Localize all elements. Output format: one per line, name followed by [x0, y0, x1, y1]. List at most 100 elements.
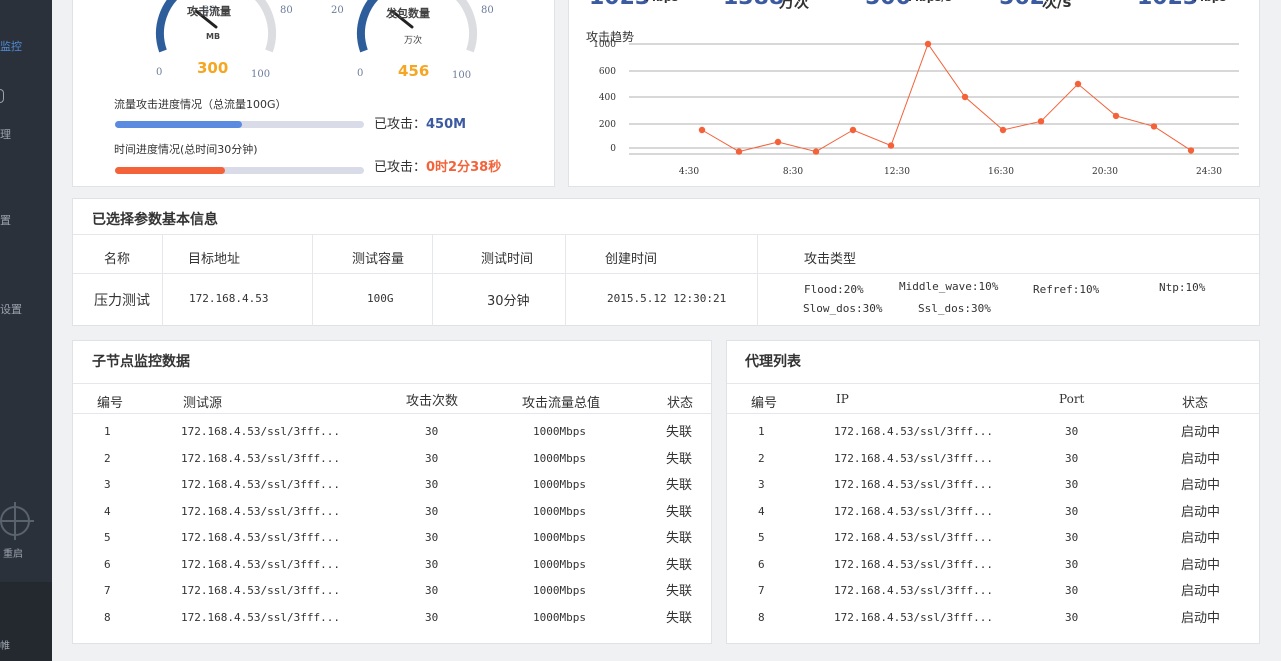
proxy-cell: 启动中: [1181, 531, 1221, 546]
proxy-cell: 172.168.4.53/ssl/3fff...: [834, 451, 993, 465]
time-attacked-value: 0时2分38秒: [426, 160, 502, 175]
table-row[interactable]: 2 172.168.4.53/ssl/3fff... 30 1000Mbps 失联: [73, 452, 711, 474]
proxy-cell: 172.168.4.53/ssl/3fff...: [834, 531, 993, 544]
proxy-cell: 30: [1065, 478, 1079, 491]
proxy-cell: 4: [758, 504, 765, 518]
stat-unit-1: Mbps: [645, 0, 678, 4]
trend-point: [887, 142, 895, 149]
params-header-created: 创建时间: [605, 252, 658, 267]
sidebar-item-restart[interactable]: 重启: [3, 545, 23, 560]
params-header-top-line: [73, 234, 1259, 235]
params-col-line-4: [565, 234, 566, 326]
y-tick-label: 400: [599, 93, 616, 103]
proxy-header-top-line: [727, 383, 1259, 384]
stat-value-1: 1023: [589, 0, 650, 10]
subnode-cell: 1000Mbps: [533, 425, 586, 438]
time-attacked: 已攻击：0时2分38秒: [374, 156, 501, 175]
params-col-line-2: [312, 234, 313, 326]
x-tick-label: 16:30: [988, 167, 1014, 177]
traffic-progress-bar: [115, 121, 364, 128]
table-row[interactable]: 7 172.168.4.53/ssl/3fff... 30 1000Mbps 失联: [73, 584, 711, 606]
params-header-types: 攻击类型: [804, 252, 857, 267]
stat-unit-3: Mbps/s: [908, 0, 952, 4]
traffic-progress-fill: [115, 121, 242, 128]
params-title: 已选择参数基本信息: [92, 212, 218, 228]
subnode-cell: 失联: [666, 504, 693, 520]
trend-point: [1074, 80, 1082, 88]
sidebar-item-config[interactable]: 置: [0, 212, 11, 228]
subnode-cell: 1: [104, 425, 111, 438]
subnode-cell: 1000Mbps: [533, 610, 586, 624]
subnode-cell: 30: [425, 478, 439, 491]
subnode-cell: 172.168.4.53/ssl/3fff...: [181, 425, 340, 438]
gauge2-value: 456: [398, 62, 430, 80]
crosshair-icon: [0, 502, 34, 540]
proxy-cell: 30: [1065, 610, 1079, 624]
table-row[interactable]: 8 172.168.4.53/ssl/3fff... 30 1000Mbps 失联: [73, 611, 711, 633]
subnode-cell: 4: [104, 504, 111, 518]
subnode-cell: 1000Mbps: [533, 451, 586, 465]
stat-value-3: 500: [865, 0, 911, 10]
gauge1-tick-0: 0: [156, 67, 163, 78]
subnode-cell: 失联: [666, 478, 693, 493]
sidebar: 监控 理 置 设置 重启 帷: [0, 0, 52, 661]
gauge1-unit: MB: [206, 32, 221, 41]
table-row[interactable]: 1 172.168.4.53/ssl/3fff... 30 启动中: [727, 425, 1259, 447]
gauge2-tick-80: 80: [481, 5, 494, 16]
x-tick-label: 4:30: [679, 167, 699, 177]
subnode-header-id: 编号: [97, 396, 124, 411]
subnode-cell: 7: [104, 584, 111, 597]
subnode-cell: 6: [104, 557, 111, 571]
sidebar-item-monitor[interactable]: 监控: [0, 38, 22, 54]
proxy-title: 代理列表: [745, 354, 801, 370]
table-row[interactable]: 7 172.168.4.53/ssl/3fff... 30 启动中: [727, 584, 1259, 606]
time-progress-label: 时间进度情况(总时间30分钟): [114, 143, 258, 156]
proxy-cell: 172.168.4.53/ssl/3fff...: [834, 584, 993, 597]
subnode-cell: 172.168.4.53/ssl/3fff...: [181, 610, 340, 624]
table-row[interactable]: 5 172.168.4.53/ssl/3fff... 30 启动中: [727, 531, 1259, 553]
traffic-attacked-value: 450M: [426, 117, 467, 132]
params-header-name: 名称: [104, 252, 131, 267]
proxy-cell: 2: [758, 451, 765, 465]
subnode-header-traffic: 攻击流量总值: [522, 396, 601, 411]
trend-point: [1187, 147, 1195, 154]
table-row[interactable]: 6 172.168.4.53/ssl/3fff... 30 1000Mbps 失联: [73, 558, 711, 580]
subnode-header-source: 测试源: [183, 396, 223, 411]
time-attacked-label: 已攻击：: [374, 160, 427, 175]
subnode-cell: 172.168.4.53/ssl/3fff...: [181, 531, 340, 544]
trend-card: 1023Mbps1388万次500Mbps/s562次/s1023Mbps 攻击…: [568, 0, 1260, 187]
proxy-cell: 172.168.4.53/ssl/3fff...: [834, 557, 993, 571]
trend-point: [1037, 118, 1045, 125]
proxy-cell: 30: [1065, 451, 1079, 465]
subnode-cell: 失联: [666, 451, 693, 467]
y-tick-label: 0: [610, 144, 616, 154]
table-row[interactable]: 4 172.168.4.53/ssl/3fff... 30 启动中: [727, 505, 1259, 527]
sidebar-bottom: 帷: [0, 582, 52, 661]
trend-point: [698, 126, 706, 134]
params-col-line-3: [432, 234, 433, 326]
y-tick-label: 200: [599, 120, 616, 130]
table-row[interactable]: 6 172.168.4.53/ssl/3fff... 30 启动中: [727, 558, 1259, 580]
table-row[interactable]: 8 172.168.4.53/ssl/3fff... 30 启动中: [727, 611, 1259, 633]
sidebar-item-manage[interactable]: 理: [0, 126, 11, 142]
trend-chart: 0 200 400 600 1000 4:30 8:30 12:30 16:30 20:30 24:…: [593, 40, 1239, 177]
sidebar-item-bottom[interactable]: 帷: [0, 637, 10, 652]
table-row[interactable]: 5 172.168.4.53/ssl/3fff... 30 1000Mbps 失联: [73, 531, 711, 553]
proxy-cell: 5: [758, 531, 765, 544]
proxy-cell: 1: [758, 425, 765, 438]
table-row[interactable]: 3 172.168.4.53/ssl/3fff... 30 启动中: [727, 478, 1259, 500]
table-row[interactable]: 2 172.168.4.53/ssl/3fff... 30 启动中: [727, 452, 1259, 474]
table-row[interactable]: 3 172.168.4.53/ssl/3fff... 30 1000Mbps 失联: [73, 478, 711, 500]
table-row[interactable]: 1 172.168.4.53/ssl/3fff... 30 1000Mbps 失联: [73, 425, 711, 447]
gauge2-tick-0: 0: [357, 68, 364, 79]
attack-type-refref: Refref:10%: [1033, 283, 1100, 296]
proxy-cell: 30: [1065, 504, 1079, 518]
sidebar-item-settings[interactable]: 设置: [0, 301, 22, 317]
params-created: 2015.5.12 12:30:21: [607, 292, 727, 305]
stat-unit-5: Mbps: [1193, 0, 1226, 4]
trend-point: [1112, 112, 1120, 120]
subnode-cell: 1000Mbps: [533, 478, 586, 491]
params-header-capacity: 测试容量: [352, 252, 405, 267]
proxy-cell: 启动中: [1181, 610, 1221, 626]
table-row[interactable]: 4 172.168.4.53/ssl/3fff... 30 1000Mbps 失联: [73, 505, 711, 527]
